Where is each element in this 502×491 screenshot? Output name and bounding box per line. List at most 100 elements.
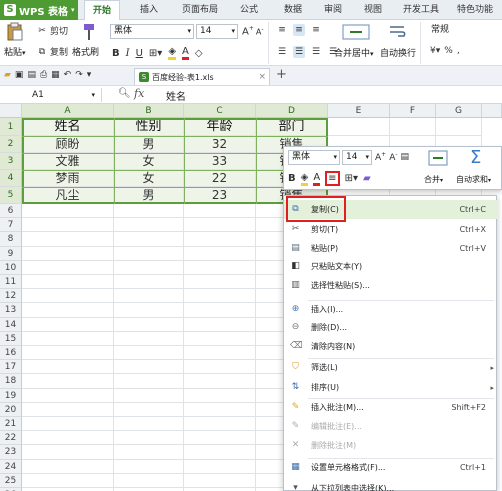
document-tab[interactable]: S 百度经验-表1.xls ×	[134, 68, 270, 85]
format-painter-button[interactable]: 格式刷	[72, 45, 99, 58]
name-box[interactable]: A1 ▾	[2, 88, 102, 102]
mini-merge-button[interactable]: 合并▾	[424, 174, 443, 185]
format-painter-icon[interactable]	[80, 22, 100, 45]
row-header-9[interactable]: 9	[0, 246, 22, 261]
cell[interactable]	[22, 445, 114, 460]
close-icon[interactable]: ×	[258, 72, 266, 82]
cell[interactable]	[22, 346, 114, 361]
column-header-c[interactable]: C	[184, 104, 256, 118]
bold-icon[interactable]: B	[288, 173, 296, 184]
column-header-f[interactable]: F	[390, 104, 436, 118]
autosum-icon[interactable]: Σ	[470, 147, 481, 168]
tab-insert[interactable]: 插入	[134, 0, 164, 20]
row-header-24[interactable]: 24	[0, 459, 22, 474]
select-all-corner[interactable]	[0, 104, 22, 118]
cell[interactable]	[114, 303, 184, 318]
underline-icon[interactable]: U	[136, 48, 143, 59]
cell[interactable]	[184, 360, 256, 375]
cell[interactable]	[114, 246, 184, 261]
zoom-search-icon[interactable]: 🔍︎	[118, 88, 131, 99]
cell[interactable]	[184, 445, 256, 460]
row-header-1[interactable]: 1	[0, 118, 22, 136]
cell[interactable]	[22, 417, 114, 432]
mini-merge-icon[interactable]	[428, 149, 448, 170]
tab-review[interactable]: 审阅	[318, 0, 348, 20]
formula-input[interactable]: 姓名	[166, 88, 186, 103]
cell[interactable]	[114, 260, 184, 275]
row-header-25[interactable]: 25	[0, 473, 22, 488]
mini-font-name-select[interactable]: 黑体 ▾	[288, 150, 340, 165]
cell[interactable]	[114, 204, 184, 219]
menu-item-cut[interactable]: ✂ 剪切(T) Ctrl+X	[284, 220, 498, 239]
cell[interactable]	[184, 346, 256, 361]
row-header-3[interactable]: 3	[0, 153, 22, 170]
tab-view[interactable]: 视图	[358, 0, 388, 20]
menu-item-paste[interactable]: ▤ 粘贴(P) Ctrl+V	[284, 239, 498, 258]
cell[interactable]	[184, 388, 256, 403]
cell[interactable]	[22, 331, 114, 346]
font-size-select[interactable]: 14 ▾	[196, 24, 238, 39]
cell[interactable]	[184, 232, 256, 247]
row-header-11[interactable]: 11	[0, 275, 22, 290]
cell[interactable]	[114, 445, 184, 460]
align-right-icon[interactable]: ☰	[310, 46, 322, 58]
cell[interactable]	[184, 303, 256, 318]
mini-autosum-button[interactable]: 自动求和▾	[456, 174, 491, 185]
open-folder-icon[interactable]: ▰	[4, 70, 11, 80]
paste-button[interactable]: 粘贴▾	[4, 45, 26, 58]
menu-item-copy[interactable]: ⧉ 复制(C) Ctrl+C	[284, 196, 498, 222]
new-tab-button[interactable]: +	[276, 67, 287, 82]
number-format-select[interactable]: 常规	[428, 24, 498, 39]
cell[interactable]	[22, 289, 114, 304]
tab-features[interactable]: 特色功能	[450, 0, 500, 20]
cell[interactable]	[114, 232, 184, 247]
menu-item-format-cells[interactable]: ▦ 设置单元格格式(F)... Ctrl+1	[284, 458, 498, 477]
mini-font-size-select[interactable]: 14 ▾	[342, 150, 372, 165]
percent-button[interactable]: %	[444, 46, 453, 56]
row-header-14[interactable]: 14	[0, 317, 22, 332]
menu-item-insert-comment[interactable]: ✎ 插入批注(M)... Shift+F2	[284, 398, 498, 417]
cell[interactable]	[114, 388, 184, 403]
cell[interactable]	[184, 459, 256, 474]
font-shrink-icon[interactable]: A-	[389, 151, 397, 163]
cell[interactable]	[114, 374, 184, 389]
row-header-23[interactable]: 23	[0, 445, 22, 460]
merge-center-icon[interactable]	[342, 23, 370, 44]
menu-item-insert[interactable]: ⊕ 插入(I)...	[284, 300, 498, 319]
fill-color-icon[interactable]: ◈	[300, 172, 309, 186]
align-top-icon[interactable]: ≡	[276, 24, 288, 36]
cell[interactable]	[114, 317, 184, 332]
cell[interactable]	[22, 431, 114, 446]
cell[interactable]	[436, 118, 482, 136]
copy-button[interactable]: ⧉ 复制	[36, 45, 68, 59]
column-header-e[interactable]: E	[328, 104, 390, 118]
cell[interactable]	[184, 289, 256, 304]
row-header-15[interactable]: 15	[0, 331, 22, 346]
cell[interactable]	[114, 331, 184, 346]
app-menu-button[interactable]: S WPS 表格 ▾	[0, 0, 78, 20]
cell[interactable]	[22, 317, 114, 332]
row-header-18[interactable]: 18	[0, 374, 22, 389]
menu-item-pick-from-list[interactable]: ▾ 从下拉列表中选择(K)...	[284, 479, 498, 491]
menu-item-sort[interactable]: ⇅ 排序(U) ▸	[284, 378, 498, 397]
align-bottom-icon[interactable]: ≡	[310, 24, 322, 36]
menu-item-delete[interactable]: ⊖ 删除(D)...	[284, 318, 498, 337]
cell[interactable]	[184, 218, 256, 233]
cell[interactable]	[184, 260, 256, 275]
tab-data[interactable]: 数据	[278, 0, 308, 20]
cell[interactable]	[22, 402, 114, 417]
align-middle-icon[interactable]: ≡	[293, 24, 305, 36]
cell[interactable]	[22, 303, 114, 318]
cell[interactable]	[22, 204, 114, 219]
currency-icon[interactable]: ¥▾	[430, 46, 440, 56]
font-color-icon[interactable]: A	[313, 172, 321, 186]
cell[interactable]	[22, 473, 114, 488]
font-shrink-icon[interactable]: A-	[256, 26, 264, 37]
font-name-select[interactable]: 黑体 ▾	[110, 24, 194, 39]
borders-icon[interactable]: ⊞▾	[345, 173, 358, 184]
clear-format-icon[interactable]: ◇	[195, 48, 203, 59]
chevron-down-icon[interactable]: ▾	[87, 70, 92, 80]
menu-item-filter[interactable]: ⛉ 筛选(L) ▸	[284, 358, 498, 377]
cell[interactable]	[22, 374, 114, 389]
wrap-text-icon[interactable]	[388, 23, 408, 44]
